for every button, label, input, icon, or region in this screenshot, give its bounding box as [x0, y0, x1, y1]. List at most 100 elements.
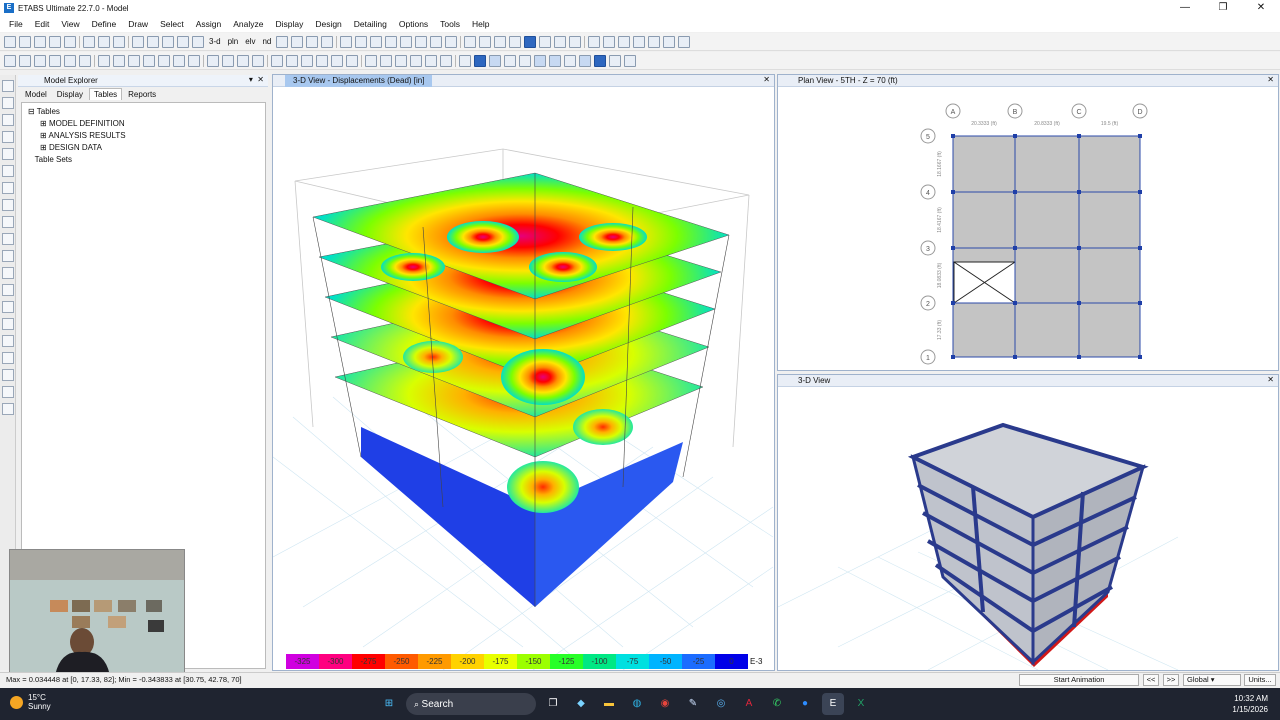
assign-load-icon[interactable] [207, 54, 219, 67]
plan-joint[interactable] [1013, 301, 1017, 305]
draw-beam-icon[interactable] [19, 54, 31, 67]
draw-polygon-icon[interactable] [2, 199, 14, 211]
show-axes-icon[interactable] [594, 54, 606, 67]
close-button[interactable]: ✕ [1242, 0, 1280, 16]
weather-widget[interactable]: 15°C Sunny [10, 693, 51, 711]
chrome-icon[interactable]: ◉ [654, 693, 676, 715]
menu-view[interactable]: View [55, 19, 85, 29]
draw-tendon-icon[interactable] [2, 318, 14, 330]
start-animation-button[interactable]: Start Animation [1019, 674, 1139, 686]
tab-reports[interactable]: Reports [124, 89, 160, 100]
start-windows-icon[interactable]: ⊞ [378, 693, 400, 715]
lock-icon[interactable] [98, 35, 110, 48]
draw-links-icon[interactable] [2, 369, 14, 381]
restore-button[interactable]: ❐ [1204, 0, 1242, 16]
menu-tools[interactable]: Tools [434, 19, 466, 29]
snap-perpendicular-icon[interactable] [410, 54, 422, 67]
plan-joint[interactable] [951, 246, 955, 250]
object-shrink-icon[interactable] [355, 35, 368, 48]
redo-icon[interactable] [64, 35, 76, 48]
draw-developed-elevation-icon[interactable] [2, 386, 14, 398]
menu-draw[interactable]: Draw [122, 19, 154, 29]
assign-pier-icon[interactable] [173, 54, 185, 67]
design-steel-icon[interactable] [539, 35, 552, 48]
show-deformed-icon[interactable] [464, 35, 477, 48]
plan-joint[interactable] [1013, 246, 1017, 250]
app-icon-blue[interactable]: ✎ [682, 693, 704, 715]
zoom-window-icon[interactable] [162, 35, 174, 48]
set-display-options-icon[interactable] [340, 35, 353, 48]
main-view-tab[interactable]: 3-D View - Displacements (Dead) [in] [285, 74, 433, 87]
menu-design[interactable]: Design [309, 19, 347, 29]
draw-wall-icon[interactable] [64, 54, 76, 67]
main-3d-view[interactable]: 3-D View - Displacements (Dead) [in] ✕ -… [272, 74, 775, 671]
show-story-response-icon[interactable] [346, 54, 358, 67]
system-clock[interactable]: 10:32 AM 1/15/2026 [1232, 693, 1268, 715]
plan-joint[interactable] [951, 190, 955, 194]
snap-grid-icon[interactable] [440, 54, 452, 67]
menu-edit[interactable]: Edit [29, 19, 56, 29]
plan-view[interactable]: Plan View - 5TH - Z = 70 (ft) ✕ A B C D 5 4 3 2… [777, 74, 1279, 371]
show-forces-icon[interactable] [479, 35, 492, 48]
snap-points-icon[interactable] [365, 54, 377, 67]
taskbar-search[interactable]: ⌕ Search [406, 693, 536, 715]
reshape-icon[interactable] [459, 54, 471, 67]
draw-slab-rebar-icon[interactable] [2, 335, 14, 347]
restore-selection-icon[interactable] [430, 35, 443, 48]
draw-secondary-beam-icon[interactable] [2, 165, 14, 177]
small-3d-view-close-icon[interactable]: ✕ [1267, 375, 1274, 384]
menu-help[interactable]: Help [466, 19, 495, 29]
plan-joint[interactable] [1138, 355, 1142, 359]
plan-view-close-icon[interactable]: ✕ [1267, 75, 1274, 84]
plan-joint[interactable] [1138, 190, 1142, 194]
menu-options[interactable]: Options [393, 19, 434, 29]
plan-joint[interactable] [1013, 134, 1017, 138]
pane-menu-close-icon[interactable]: ▾ ✕ [249, 75, 264, 84]
open-icon[interactable] [19, 35, 31, 48]
design-concrete-icon[interactable] [524, 35, 537, 48]
excel-icon[interactable]: X [850, 693, 872, 715]
select-all-icon[interactable] [400, 35, 413, 48]
draw-opening-icon[interactable] [2, 233, 14, 245]
displacement-contour-canvas[interactable] [273, 87, 774, 670]
plan-joint[interactable] [1077, 246, 1081, 250]
assign-temperature-icon[interactable] [252, 54, 264, 67]
plan-joint[interactable] [951, 301, 955, 305]
undo-icon[interactable] [49, 35, 61, 48]
etabs-taskbar-icon[interactable]: E [822, 693, 844, 715]
whatsapp-icon[interactable]: ✆ [766, 693, 788, 715]
draw-reference-point-icon[interactable] [2, 301, 14, 313]
new-model-icon[interactable] [4, 35, 16, 48]
section-cut-icon[interactable] [564, 54, 576, 67]
edge-browser-icon[interactable]: ◍ [626, 693, 648, 715]
tree-item-analysis-results[interactable]: ⊞ ANALYSIS RESULTS [28, 130, 259, 142]
draw-strip-icon[interactable] [2, 352, 14, 364]
rotate-icon[interactable] [276, 35, 289, 48]
minimize-button[interactable]: — [1166, 0, 1204, 16]
prev-step-button[interactable]: << [1143, 674, 1159, 686]
line-style-icon[interactable] [648, 35, 661, 48]
assign-spandrel-icon[interactable] [188, 54, 200, 67]
small-3d-view-tab[interactable]: 3-D View [790, 375, 838, 387]
draw-ramp-icon[interactable] [2, 267, 14, 279]
draw-frame-icon[interactable] [2, 131, 14, 143]
tab-model[interactable]: Model [21, 89, 51, 100]
show-shell-forces-icon[interactable] [316, 54, 328, 67]
move-down-icon[interactable] [321, 35, 334, 48]
text-icon[interactable] [588, 35, 601, 48]
draw-wall-tool-icon[interactable] [2, 250, 14, 262]
menu-display[interactable]: Display [269, 19, 309, 29]
snap-ends-icon[interactable] [380, 54, 392, 67]
plan-view-button[interactable]: pln [226, 37, 241, 46]
fill-objects-icon[interactable] [385, 35, 398, 48]
window-select-icon[interactable] [489, 54, 501, 67]
3d-view-button[interactable]: 3-d [207, 37, 223, 46]
plan-joint[interactable] [1138, 246, 1142, 250]
menu-detailing[interactable]: Detailing [348, 19, 393, 29]
clear-selection-icon[interactable] [445, 35, 458, 48]
main-view-close-icon[interactable]: ✕ [763, 75, 770, 84]
one-story-icon[interactable] [519, 54, 531, 67]
plan-view-tab[interactable]: Plan View - 5TH - Z = 70 (ft) [790, 75, 906, 87]
reshape-tool-icon[interactable] [2, 97, 14, 109]
show-reports-icon[interactable] [509, 35, 522, 48]
